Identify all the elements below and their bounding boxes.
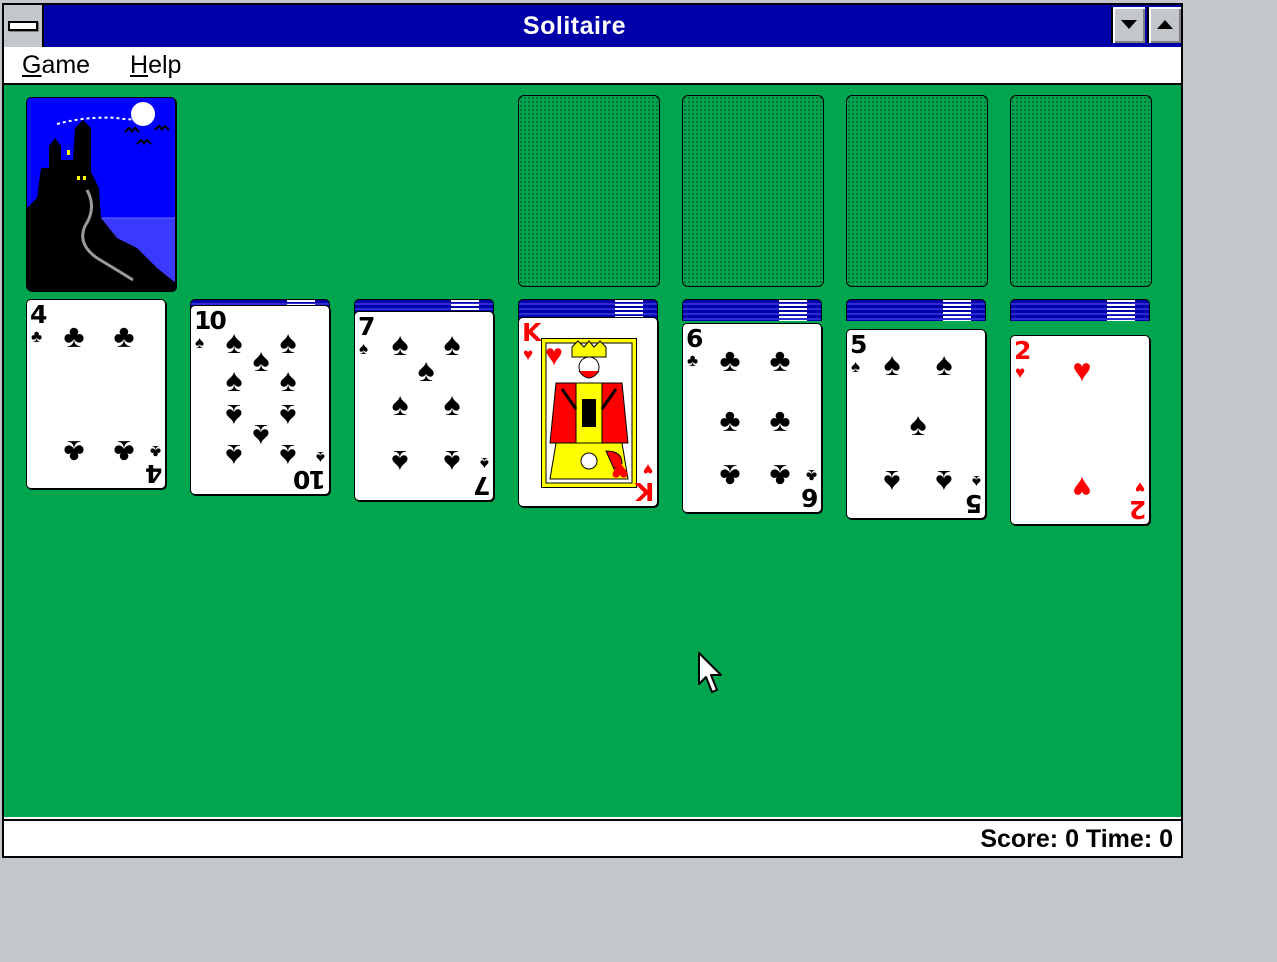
foundation-slot-2[interactable] bbox=[682, 95, 824, 287]
spade-icon: ♠ bbox=[359, 339, 369, 358]
club-icon: ♣ bbox=[63, 318, 85, 354]
club-icon: ♣ bbox=[805, 466, 817, 485]
spade-icon: ♠ bbox=[479, 454, 489, 473]
spade-icon: ♠ bbox=[935, 346, 953, 382]
tableau-5-top-card[interactable]: 6 ♣ ♣ ♣ ♣ ♣ ♣ ♣ ♣ 6 bbox=[682, 323, 822, 513]
card-rank: 6 bbox=[686, 324, 703, 353]
heart-icon: ♥ bbox=[545, 339, 563, 372]
foundation-slot-1[interactable] bbox=[518, 95, 660, 287]
title-bar[interactable]: Solitaire bbox=[4, 5, 1181, 47]
status-bar: Score: 0 Time: 0 bbox=[4, 819, 1181, 856]
tableau-6-facedown-cards bbox=[846, 299, 986, 321]
window-title: Solitaire bbox=[522, 12, 627, 40]
spade-icon: ♠ bbox=[883, 346, 901, 382]
mouse-pointer-icon bbox=[698, 652, 722, 693]
minimize-button[interactable] bbox=[1111, 7, 1145, 43]
spade-icon: ♠ bbox=[391, 444, 409, 480]
card-rank: 5 bbox=[966, 489, 982, 518]
system-menu-icon bbox=[8, 21, 38, 31]
heart-icon: ♥ bbox=[1134, 478, 1145, 497]
menu-game-accesskey: G bbox=[22, 51, 42, 79]
club-icon: ♣ bbox=[113, 434, 135, 470]
club-icon: ♣ bbox=[769, 402, 791, 438]
triangle-up-icon bbox=[1157, 20, 1173, 29]
spade-icon: ♠ bbox=[391, 386, 409, 422]
club-icon: ♣ bbox=[719, 342, 741, 378]
spade-icon: ♠ bbox=[195, 333, 205, 352]
menu-game[interactable]: Game bbox=[22, 47, 90, 83]
spade-icon: ♠ bbox=[851, 357, 861, 376]
solitaire-window: Solitaire Game Help 4 ♣ ♣ ♣ ♣ ♣ ♣ 4 10 ♠… bbox=[2, 3, 1183, 858]
heart-icon: ♥ bbox=[523, 345, 534, 364]
spade-icon: ♠ bbox=[443, 444, 461, 480]
spade-icon: ♠ bbox=[971, 472, 981, 491]
club-icon: ♣ bbox=[149, 442, 161, 461]
game-table[interactable]: 4 ♣ ♣ ♣ ♣ ♣ ♣ 4 10 ♠ ♠ ♠ ♠ ♠ ♠ ♠ ♠ ♠ ♠ ♠… bbox=[4, 85, 1181, 817]
heart-icon: ♥ bbox=[642, 460, 653, 479]
card-rank: 2 bbox=[1014, 336, 1031, 365]
tableau-7-facedown-cards bbox=[1010, 299, 1150, 321]
tableau-1-top-card[interactable]: 4 ♣ ♣ ♣ ♣ ♣ ♣ 4 bbox=[26, 299, 166, 489]
tableau-7-top-card[interactable]: 2 ♥ ♥ ♥ ♥ 2 bbox=[1010, 335, 1150, 525]
spade-icon: ♠ bbox=[315, 448, 325, 467]
tableau-3-top-card[interactable]: 7 ♠ ♠ ♠ ♠ ♠ ♠ ♠ ♠ ♠ 7 bbox=[354, 311, 494, 501]
score-time-readout: Score: 0 Time: 0 bbox=[980, 825, 1173, 853]
heart-icon: ♥ bbox=[611, 454, 629, 487]
foundation-slot-4[interactable] bbox=[1010, 95, 1152, 287]
card-rank: 5 bbox=[850, 330, 867, 359]
club-icon: ♣ bbox=[719, 458, 741, 494]
club-icon: ♣ bbox=[113, 318, 135, 354]
spade-icon: ♠ bbox=[909, 406, 927, 442]
spade-icon: ♠ bbox=[279, 362, 297, 398]
system-menu-button[interactable] bbox=[4, 5, 44, 47]
maximize-button[interactable] bbox=[1147, 7, 1181, 43]
menu-help[interactable]: Help bbox=[130, 47, 181, 83]
heart-icon: ♥ bbox=[1072, 470, 1092, 506]
card-rank: 7 bbox=[474, 471, 490, 500]
tableau-2-top-card[interactable]: 10 ♠ ♠ ♠ ♠ ♠ ♠ ♠ ♠ ♠ ♠ ♠ ♠ 10 bbox=[190, 305, 330, 495]
menu-help-accesskey: H bbox=[130, 51, 149, 79]
menu-help-label: elp bbox=[148, 51, 182, 79]
tableau-4-top-card[interactable]: K ♥ ♥ ♥ ♥ K bbox=[518, 317, 658, 507]
club-icon: ♣ bbox=[31, 327, 43, 346]
card-rank: 7 bbox=[358, 312, 375, 341]
card-rank: 2 bbox=[1130, 495, 1146, 524]
menu-bar: Game Help bbox=[4, 47, 1181, 85]
card-rank: 4 bbox=[146, 459, 162, 488]
spade-icon: ♠ bbox=[935, 464, 953, 500]
spade-icon: ♠ bbox=[225, 438, 243, 474]
club-icon: ♣ bbox=[687, 351, 699, 370]
menu-game-label: ame bbox=[41, 51, 91, 79]
window-frame: Solitaire Game Help 4 ♣ ♣ ♣ ♣ ♣ ♣ 4 10 ♠… bbox=[4, 5, 1181, 856]
club-icon: ♣ bbox=[719, 402, 741, 438]
club-icon: ♣ bbox=[769, 458, 791, 494]
spade-icon: ♠ bbox=[417, 352, 435, 388]
spade-icon: ♠ bbox=[883, 464, 901, 500]
heart-icon: ♥ bbox=[1072, 352, 1092, 388]
stock-pile[interactable] bbox=[26, 97, 176, 291]
tableau-5-facedown-cards bbox=[682, 299, 822, 321]
spade-icon: ♠ bbox=[225, 362, 243, 398]
card-rank: 10 bbox=[295, 465, 326, 494]
club-icon: ♣ bbox=[63, 434, 85, 470]
castle-card-back-image bbox=[27, 98, 175, 290]
tableau-6-top-card[interactable]: 5 ♠ ♠ ♠ ♠ ♠ ♠ ♠ 5 bbox=[846, 329, 986, 519]
spade-icon: ♠ bbox=[443, 386, 461, 422]
club-icon: ♣ bbox=[769, 342, 791, 378]
card-rank: 4 bbox=[30, 300, 47, 329]
triangle-down-icon bbox=[1121, 20, 1137, 29]
foundation-slot-3[interactable] bbox=[846, 95, 988, 287]
heart-icon: ♥ bbox=[1015, 363, 1026, 382]
card-rank: 6 bbox=[802, 483, 818, 512]
card-rank: K bbox=[636, 477, 654, 506]
